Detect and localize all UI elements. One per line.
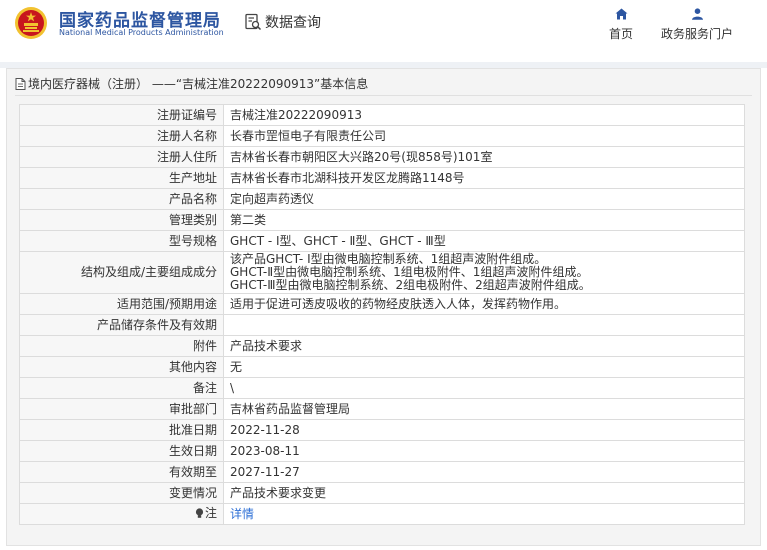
field-value: 第二类 [223,209,745,231]
nav-portal[interactable]: 政务服务门户 [657,8,737,42]
table-row: 产品名称 定向超声药透仪 [19,188,745,210]
field-label: 产品名称 [19,188,224,210]
table-row: 注 详情 [19,503,745,525]
table-row: 其他内容 无 [19,356,745,378]
field-value [223,314,745,336]
table-row: 有效期至 2027-11-27 [19,461,745,483]
field-value: 吉林省长春市朝阳区大兴路20号(现858号)101室 [223,146,745,168]
lightbulb-icon [195,507,204,518]
field-label: 附件 [19,335,224,357]
field-value: 定向超声药透仪 [223,188,745,210]
data-query-link[interactable]: 数据查询 [244,12,321,32]
field-label: 有效期至 [19,461,224,483]
field-value: 2027-11-27 [223,461,745,483]
field-label: 生效日期 [19,440,224,462]
field-value: GHCT - Ⅰ型、GHCT - Ⅱ型、GHCT - Ⅲ型 [223,230,745,252]
field-label: 型号规格 [19,230,224,252]
table-row: 审批部门 吉林省药品监督管理局 [19,398,745,420]
field-label: 生产地址 [19,167,224,189]
nav-home-label: 首页 [608,27,633,41]
table-row: 适用范围/预期用途 适用于促进可透皮吸收的药物经皮肤透入人体，发挥药物作用。 [19,293,745,315]
top-header: 国家药品监督管理局 National Medical Products Admi… [0,0,767,62]
nav-portal-label: 政务服务门户 [660,27,733,41]
field-label: 注册人住所 [19,146,224,168]
table-row: 结构及组成/主要组成成分 该产品GHCT- Ⅰ型由微电脑控制系统、1组超声波附件… [19,251,745,294]
table-row: 变更情况 产品技术要求变更 [19,482,745,504]
panel-title: 境内医疗器械（注册） ——“吉械注准20222090913”基本信息 [15,75,368,92]
table-row: 管理类别 第二类 [19,209,745,231]
table-row: 生产地址 吉林省长春市北湖科技开发区龙腾路1148号 [19,167,745,189]
table-row: 注册人名称 长春市罡恒电子有限责任公司 [19,125,745,147]
table-row: 批准日期 2022-11-28 [19,419,745,441]
table-row: 产品储存条件及有效期 [19,314,745,336]
details-link[interactable]: 详情 [230,507,254,521]
table-row: 生效日期 2023-08-11 [19,440,745,462]
note-label-cell: 注 [19,503,224,525]
field-label: 其他内容 [19,356,224,378]
table-row: 注册人住所 吉林省长春市朝阳区大兴路20号(现858号)101室 [19,146,745,168]
user-icon [691,8,703,20]
field-label: 注册证编号 [19,104,224,126]
field-value: 吉林省长春市北湖科技开发区龙腾路1148号 [223,167,745,189]
field-value: 2023-08-11 [223,440,745,462]
registration-info-table: 注册证编号 吉械注准20222090913 注册人名称 长春市罡恒电子有限责任公… [19,104,745,525]
field-value-multiline: 该产品GHCT- Ⅰ型由微电脑控制系统、1组超声波附件组成。 GHCT-Ⅱ型由微… [223,251,745,294]
detail-panel: 境内医疗器械（注册） ——“吉械注准20222090913”基本信息 注册证编号… [6,68,761,546]
field-label: 产品储存条件及有效期 [19,314,224,336]
national-emblem-logo[interactable] [14,6,48,40]
note-value-cell: 详情 [223,503,745,525]
composition-line: GHCT-Ⅲ型由微电脑控制系统、2组电极附件、2组超声波附件组成。 [230,278,591,292]
field-label: 结构及组成/主要组成成分 [19,251,224,294]
note-label: 注 [195,505,217,520]
field-label: 备注 [19,377,224,399]
panel-title-text: 境内医疗器械（注册） ——“吉械注准20222090913”基本信息 [28,77,369,91]
search-document-icon [245,13,262,31]
table-row: 注册证编号 吉械注准20222090913 [19,104,745,126]
field-value: 长春市罡恒电子有限责任公司 [223,125,745,147]
field-value: 产品技术要求变更 [223,482,745,504]
field-label: 注册人名称 [19,125,224,147]
field-label: 批准日期 [19,419,224,441]
field-value: 适用于促进可透皮吸收的药物经皮肤透入人体，发挥药物作用。 [223,293,745,315]
table-row: 备注 \ [19,377,745,399]
panel-divider [15,95,752,96]
field-value: \ [223,377,745,399]
home-icon [615,8,627,20]
field-label: 管理类别 [19,209,224,231]
field-label: 审批部门 [19,398,224,420]
nav-home[interactable]: 首页 [605,8,637,42]
note-label-text: 注 [204,505,217,520]
document-icon [15,77,26,90]
table-row: 型号规格 GHCT - Ⅰ型、GHCT - Ⅱ型、GHCT - Ⅲ型 [19,230,745,252]
field-value: 吉林省药品监督管理局 [223,398,745,420]
field-value: 吉械注准20222090913 [223,104,745,126]
field-label: 变更情况 [19,482,224,504]
data-query-label: 数据查询 [265,15,321,31]
field-value: 产品技术要求 [223,335,745,357]
table-row: 附件 产品技术要求 [19,335,745,357]
field-value: 2022-11-28 [223,419,745,441]
field-value: 无 [223,356,745,378]
brand-subtitle: National Medical Products Administration [59,28,224,37]
field-label: 适用范围/预期用途 [19,293,224,315]
